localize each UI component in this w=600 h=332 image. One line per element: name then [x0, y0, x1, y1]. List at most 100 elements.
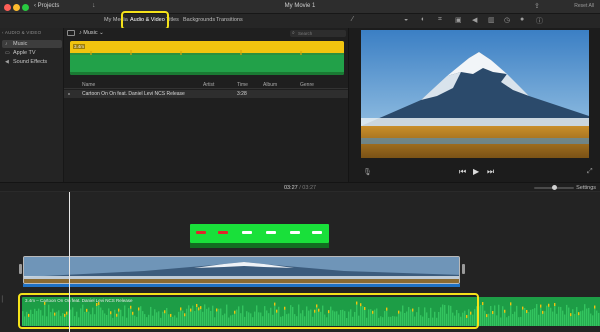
waveform-bar [522, 309, 524, 326]
column-album[interactable]: Album [263, 82, 277, 88]
waveform-bar [498, 304, 500, 326]
sidebar-item-music[interactable]: ♪ Music [2, 40, 62, 48]
crop-icon[interactable]: ⌗ [438, 16, 442, 24]
zoom-slider-knob[interactable] [551, 185, 557, 190]
sidebar-toggle-icon[interactable] [67, 30, 75, 36]
microphone-icon[interactable]: 🎙 [363, 168, 372, 176]
skip-back-icon[interactable]: ⏮ [459, 167, 466, 177]
column-time[interactable]: Time [237, 82, 248, 88]
project-timeline[interactable]: ▏ 3.4m – Cartoon On On feat. Daniel Levi… [0, 192, 600, 332]
stabilization-icon[interactable]: ▣ [455, 16, 462, 24]
color-balance-icon[interactable]: ◒ [404, 16, 408, 23]
waveform-bar [490, 305, 492, 326]
total-time: 03:27 [302, 185, 317, 191]
waveform-peak [492, 310, 494, 314]
magic-wand-icon[interactable]: ⁄ [352, 16, 353, 23]
skip-forward-icon[interactable]: ⏭ [487, 167, 494, 177]
waveform-bar [542, 313, 544, 326]
waveform-bar [592, 315, 594, 326]
waveform-bar [500, 317, 502, 326]
title-clip[interactable] [190, 224, 329, 243]
speaker-icon: ◀ [5, 59, 9, 65]
waveform-bar [568, 307, 570, 326]
waveform-bar [506, 317, 508, 326]
timeline-zoom-slider[interactable] [534, 185, 574, 190]
waveform-bar [552, 311, 554, 326]
tv-icon: ▭ [5, 50, 10, 56]
waveform-bar [486, 317, 488, 326]
waveform-bar [578, 315, 580, 326]
timeline-header: 03:27 / 03:27 Settings [0, 182, 600, 192]
timeline-settings-button[interactable]: Settings [576, 185, 596, 191]
waveform-bar [544, 311, 546, 326]
playhead[interactable] [69, 192, 70, 332]
waveform-bar [526, 312, 528, 326]
sidebar-item-apple-tv[interactable]: ▭ Apple TV [2, 49, 62, 57]
waveform-bar [484, 310, 486, 326]
speed-icon[interactable]: ◷ [504, 16, 510, 24]
waveform-bar [524, 307, 526, 326]
source-select[interactable]: ♪ Music ⌄ [79, 30, 104, 36]
volume-icon[interactable]: ◀ [472, 16, 477, 24]
preview-waveform-graphic [70, 41, 344, 75]
sidebar-item-label: Music [13, 41, 28, 47]
column-genre[interactable]: Genre [300, 82, 314, 88]
waveform-peak [554, 303, 556, 307]
color-correction-icon[interactable]: ◐ [421, 16, 425, 23]
clip-trim-handle-left[interactable] [19, 264, 22, 274]
preview-duration: 3.4m [73, 44, 86, 49]
music-clip-highlight [18, 293, 479, 329]
video-clip[interactable] [23, 256, 460, 284]
waveform-bar [584, 304, 586, 326]
waveform-bar [562, 310, 564, 326]
waveform-bar [510, 305, 512, 326]
current-time: 03:27 [283, 185, 298, 191]
play-icon[interactable]: ▶ [473, 167, 479, 176]
title-clip-shadow [190, 243, 329, 248]
sidebar-item-label: Apple TV [13, 50, 36, 56]
music-clip-continuation[interactable] [478, 297, 600, 326]
waveform-bar [494, 305, 496, 326]
clip-audio-strip[interactable] [23, 284, 460, 287]
waveform-peak [486, 314, 488, 318]
tab-backgrounds[interactable]: Backgrounds [183, 17, 215, 23]
tab-transitions[interactable]: Transitions [216, 17, 243, 23]
waveform-peak [540, 304, 542, 308]
waveform-bar [488, 313, 490, 326]
video-clip-filmstrip [24, 257, 459, 283]
song-name: Cartoon On On feat. Daniel Levi NCS Rele… [82, 91, 185, 97]
waveform-peak [570, 313, 572, 317]
waveform-bar [536, 304, 538, 326]
waveform-bar [582, 310, 584, 326]
waveform-bar [576, 307, 578, 326]
waveform-bar [532, 309, 534, 326]
filter-icon[interactable]: ● [520, 16, 524, 23]
library-sidebar: ‹ AUDIO & VIDEO ♪ Music ▭ Apple TV ◀ Sou… [0, 28, 64, 182]
fullscreen-icon[interactable]: ⤢ [587, 168, 593, 176]
waveform-bar [492, 313, 494, 326]
clip-trim-handle-right[interactable] [462, 264, 465, 274]
waveform-bar [556, 313, 558, 326]
search-placeholder: Search [298, 31, 313, 36]
track-marker-icon: ▏ [2, 297, 7, 303]
waveform-bar [502, 306, 504, 326]
reset-all-button[interactable]: Reset All [574, 3, 594, 9]
search-input[interactable]: ⌕ Search [290, 30, 346, 37]
audio-preview-waveform[interactable]: 3.4m [70, 41, 344, 75]
title-clip-marker [196, 231, 206, 234]
time-separator: / [299, 185, 301, 191]
waveform-peak [526, 309, 528, 313]
noise-reduction-icon[interactable]: ▥ [488, 16, 495, 24]
sidebar-item-sound-effects[interactable]: ◀ Sound Effects [2, 58, 62, 66]
waveform-bar [564, 314, 566, 326]
sidebar-item-label: Sound Effects [13, 59, 48, 65]
title-clip-marker [290, 231, 300, 234]
waveform-bar [512, 314, 514, 326]
column-artist[interactable]: Artist [203, 82, 214, 88]
waveform-peak [510, 302, 512, 306]
info-icon[interactable]: ⓘ [536, 16, 543, 26]
column-name[interactable]: Name [82, 82, 95, 88]
table-row[interactable]: Cartoon On On feat. Daniel Levi NCS Rele… [64, 90, 348, 98]
waveform-peak [522, 306, 524, 310]
share-icon[interactable]: ⇪ [534, 2, 540, 10]
